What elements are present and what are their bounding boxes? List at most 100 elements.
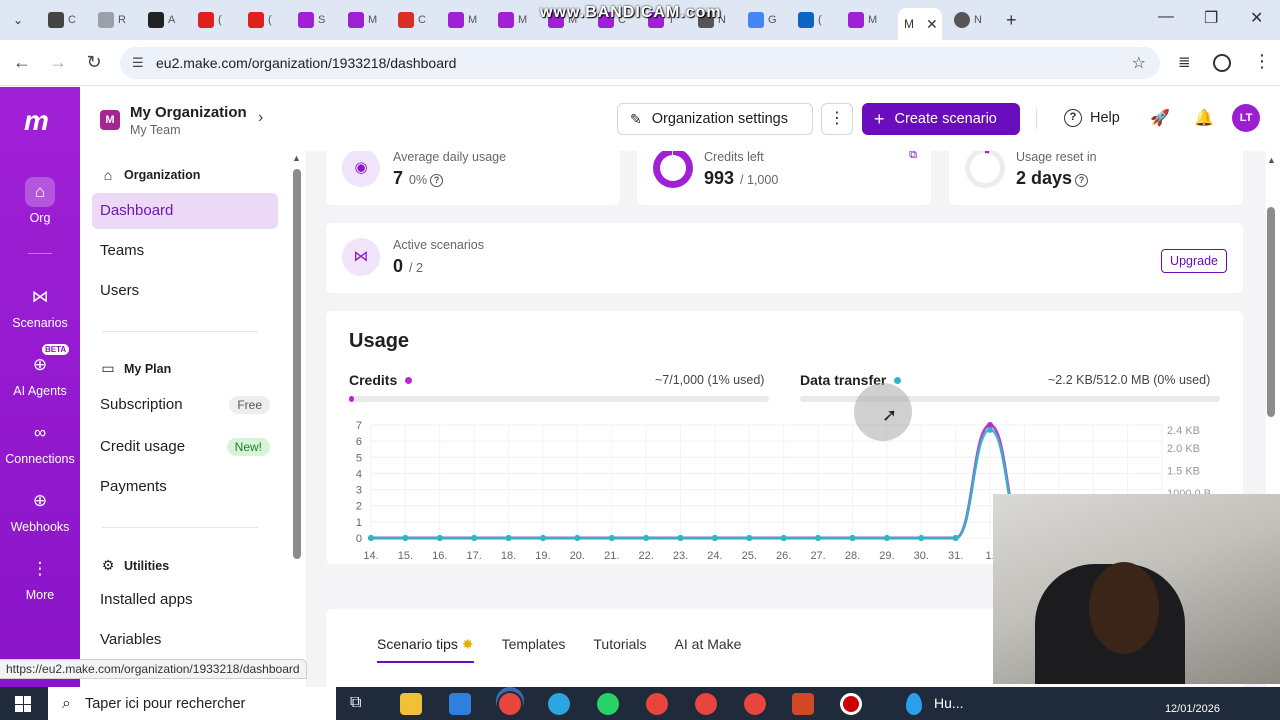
home-icon: ⌂ bbox=[25, 177, 55, 207]
browser-tab[interactable]: C bbox=[398, 5, 436, 35]
browser-tab[interactable]: ( bbox=[248, 5, 286, 35]
create-scenario-button[interactable]: + Create scenario bbox=[862, 103, 1020, 135]
rail-divider bbox=[28, 253, 52, 254]
webcam-overlay bbox=[993, 494, 1280, 684]
sidebar-item-credit-usage[interactable]: Credit usage New! bbox=[92, 429, 278, 465]
site-info-icon[interactable]: ☰ bbox=[132, 55, 144, 71]
tab-tutorials[interactable]: Tutorials bbox=[593, 630, 646, 663]
browser-tab[interactable]: R bbox=[98, 5, 136, 35]
external-link-icon[interactable]: ⧉ bbox=[909, 151, 917, 162]
record-icon[interactable] bbox=[840, 693, 862, 715]
chart-left-tick: 6 bbox=[356, 436, 362, 448]
browser-tab-active[interactable]: M ✕ bbox=[898, 8, 942, 40]
bookmark-star-icon[interactable]: ☆ bbox=[1132, 53, 1146, 73]
store-icon[interactable] bbox=[449, 693, 471, 715]
info-icon[interactable]: ? bbox=[1075, 174, 1089, 187]
sidebar-item-variables[interactable]: Variables bbox=[92, 622, 278, 658]
header-divider bbox=[1036, 109, 1037, 129]
browser-tab[interactable]: M bbox=[348, 5, 386, 35]
new-badge: New! bbox=[226, 438, 270, 456]
more-options-button[interactable]: ⋮ bbox=[821, 103, 853, 135]
tab-label: R bbox=[118, 14, 126, 26]
page-scrollbar[interactable] bbox=[1267, 207, 1275, 417]
sidebar-item-users[interactable]: Users bbox=[92, 273, 278, 309]
browser-tab[interactable]: ( bbox=[798, 5, 836, 35]
user-avatar[interactable]: LT bbox=[1232, 104, 1260, 132]
address-bar[interactable]: ☰ eu2.make.com/organization/1933218/dash… bbox=[120, 47, 1160, 79]
scroll-up-arrow[interactable]: ▲ bbox=[292, 153, 301, 163]
water-drop-icon[interactable] bbox=[906, 693, 922, 715]
organization-settings-button[interactable]: ✎ Organization settings bbox=[617, 103, 813, 135]
rocket-icon[interactable]: 🚀 bbox=[1150, 108, 1170, 128]
taskbar-app-label[interactable]: Hu... bbox=[934, 695, 964, 711]
tab-favicon bbox=[498, 12, 514, 28]
tab-templates[interactable]: Templates bbox=[502, 630, 566, 663]
chrome-icon[interactable] bbox=[499, 693, 521, 715]
chart-point bbox=[471, 535, 478, 541]
upgrade-button[interactable]: Upgrade bbox=[1161, 249, 1227, 273]
bell-icon[interactable]: 🔔 bbox=[1194, 108, 1214, 128]
powerpoint-icon[interactable] bbox=[792, 693, 814, 715]
browser-tab-extra[interactable]: N bbox=[954, 5, 992, 35]
active-scenarios-card: ⋈ Active scenarios 0/ 2 Upgrade bbox=[326, 223, 1243, 293]
browser-menu-icon[interactable]: ⋮ bbox=[1253, 51, 1271, 72]
forward-icon[interactable]: → bbox=[40, 52, 76, 73]
windows-start-icon[interactable] bbox=[15, 696, 31, 712]
telegram-icon[interactable] bbox=[548, 693, 570, 715]
chart-right-tick: 1.5 KB bbox=[1167, 465, 1200, 477]
chrome-profile-4-icon[interactable] bbox=[744, 693, 766, 715]
chart-point bbox=[952, 535, 959, 541]
browser-tab[interactable]: C bbox=[48, 5, 86, 35]
file-explorer-icon[interactable] bbox=[400, 693, 422, 715]
restore-icon[interactable]: ❐ bbox=[1204, 8, 1218, 28]
new-tab-button[interactable]: + bbox=[1006, 10, 1017, 31]
sidebar-item-payments[interactable]: Payments bbox=[92, 469, 278, 505]
rail-item-org[interactable]: ⌂ Org bbox=[0, 177, 80, 225]
whatsapp-icon[interactable] bbox=[597, 693, 619, 715]
media-controls-icon[interactable]: ≣ bbox=[1178, 53, 1191, 71]
rail-item-ai-agents[interactable]: ⊕ BETA AI Agents bbox=[0, 344, 80, 398]
help-button[interactable]: ? Help bbox=[1064, 109, 1120, 127]
task-view-icon[interactable]: ⧉ bbox=[350, 694, 361, 712]
sidebar-scrollbar[interactable] bbox=[293, 169, 301, 559]
close-tab-icon[interactable]: ✕ bbox=[926, 16, 938, 33]
browser-tab[interactable]: M bbox=[848, 5, 886, 35]
back-icon[interactable]: ← bbox=[4, 52, 40, 73]
page-scroll-up-arrow[interactable]: ▲ bbox=[1267, 155, 1276, 165]
profile-icon[interactable] bbox=[1213, 54, 1231, 72]
sidebar-item-teams[interactable]: Teams bbox=[92, 233, 278, 269]
rail-item-connections[interactable]: ∞ Connections bbox=[0, 418, 80, 466]
browser-tab[interactable]: A bbox=[148, 5, 186, 35]
tab-search-button[interactable]: ⌄ bbox=[0, 13, 36, 27]
chevron-right-icon[interactable]: › bbox=[258, 109, 263, 127]
chrome-profile-2-icon[interactable] bbox=[646, 693, 668, 715]
window-close-icon[interactable]: ✕ bbox=[1250, 8, 1263, 28]
active-tab-label: M bbox=[904, 17, 914, 31]
chart-x-tick: 31. bbox=[948, 550, 963, 562]
browser-tab[interactable]: G bbox=[748, 5, 786, 35]
rail-item-webhooks[interactable]: ⊕ Webhooks bbox=[0, 486, 80, 534]
reload-icon[interactable]: ↻ bbox=[76, 52, 112, 73]
browser-tab[interactable]: M bbox=[498, 5, 536, 35]
chart-x-tick: 22. bbox=[638, 550, 653, 562]
tab-scenario-tips[interactable]: Scenario tips ✸ bbox=[377, 630, 474, 663]
webcam-face bbox=[1089, 562, 1159, 654]
browser-tab[interactable]: S bbox=[298, 5, 336, 35]
browser-tab[interactable]: ( bbox=[198, 5, 236, 35]
tab-ai-at-make[interactable]: AI at Make bbox=[675, 630, 742, 663]
browser-toolbar: ← → ↻ ☰ eu2.make.com/organization/193321… bbox=[0, 40, 1280, 86]
make-logo[interactable]: m bbox=[24, 105, 49, 137]
card-icon: ▭ bbox=[101, 360, 115, 376]
org-switcher[interactable]: M My Organization My Team bbox=[100, 104, 247, 137]
info-icon[interactable]: ? bbox=[430, 174, 444, 187]
minimize-icon[interactable]: — bbox=[1158, 8, 1174, 26]
taskbar-search[interactable]: ⌕ Taper ici pour rechercher bbox=[48, 687, 336, 720]
rail-item-scenarios[interactable]: ⋈ Scenarios bbox=[0, 282, 80, 330]
sidebar-item-subscription[interactable]: Subscription Free bbox=[92, 387, 278, 423]
sidebar-item-installed-apps[interactable]: Installed apps bbox=[92, 582, 278, 618]
rail-item-more[interactable]: ⋮ More bbox=[0, 554, 80, 602]
chrome-profile-3-icon[interactable] bbox=[695, 693, 717, 715]
browser-tab[interactable]: M bbox=[448, 5, 486, 35]
dashboard-header: ✎ Organization settings ⋮ + Create scena… bbox=[306, 87, 1280, 151]
sidebar-item-dashboard[interactable]: Dashboard bbox=[92, 193, 278, 229]
